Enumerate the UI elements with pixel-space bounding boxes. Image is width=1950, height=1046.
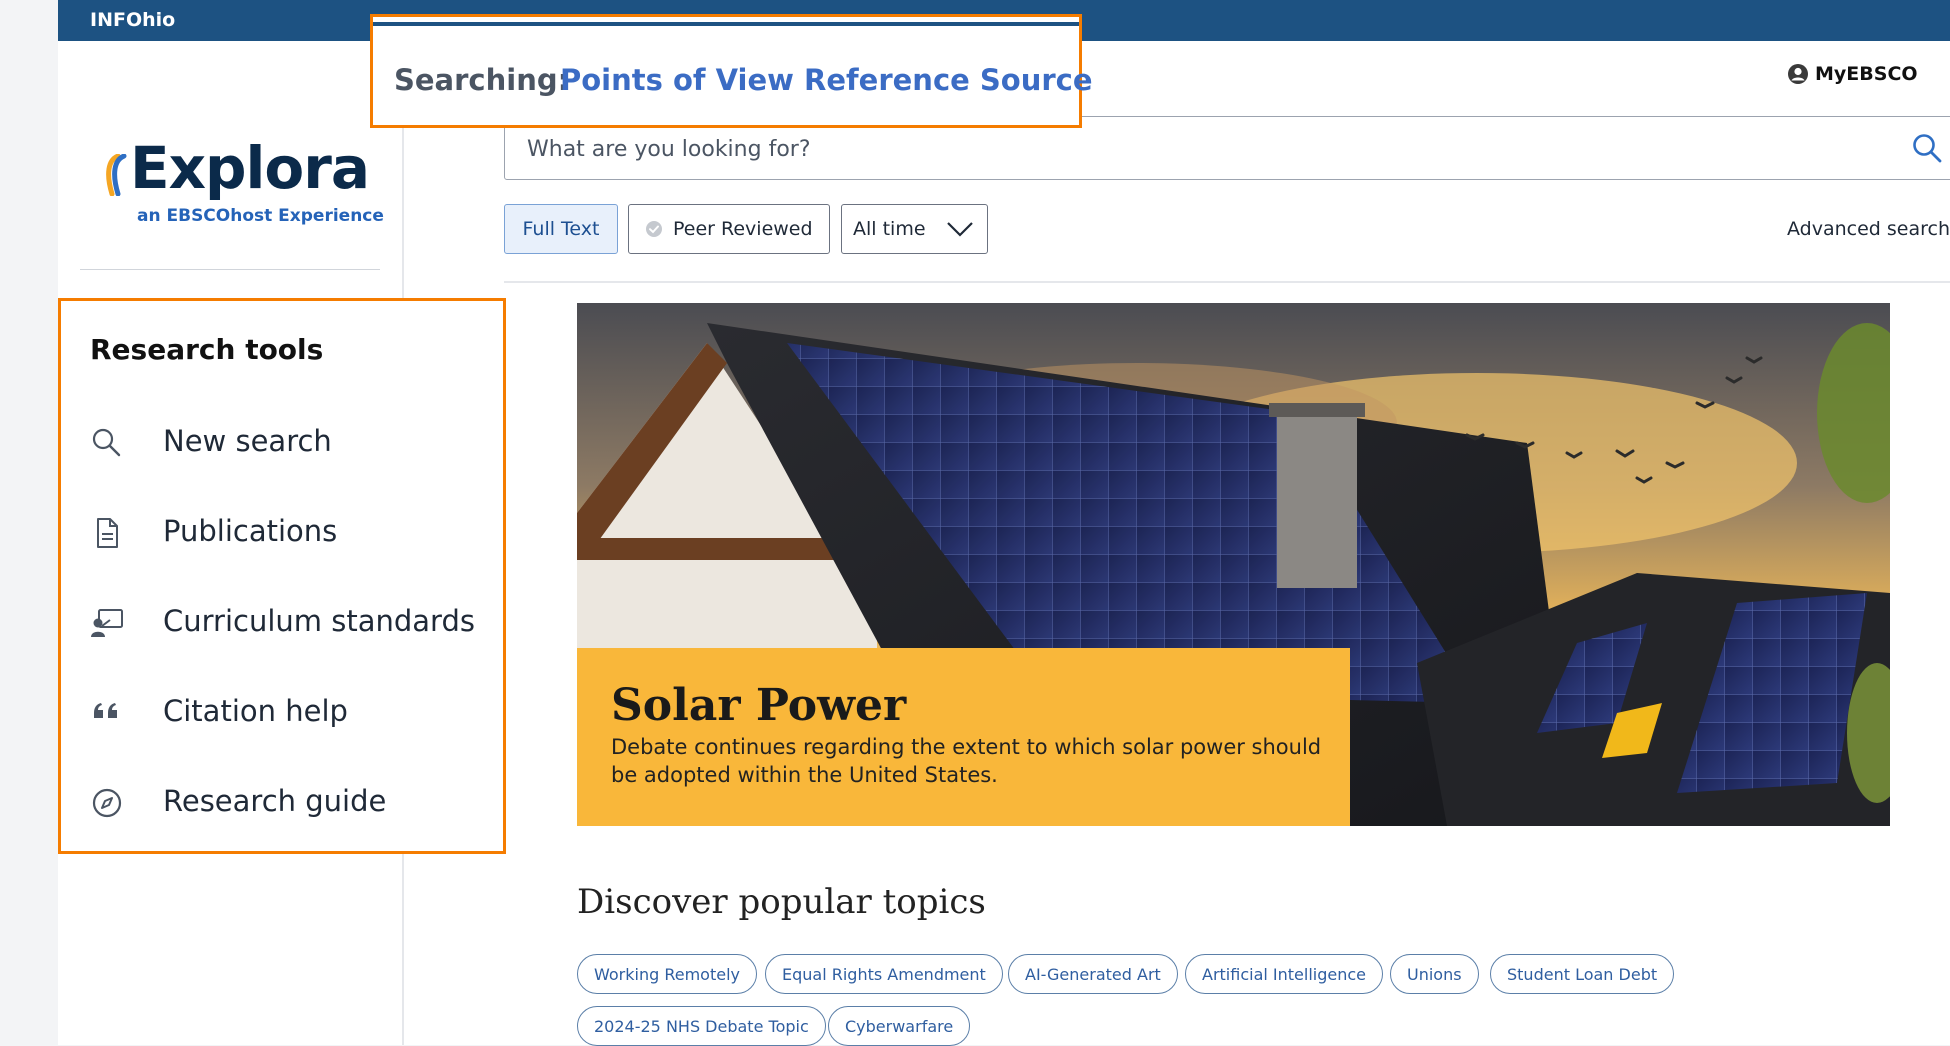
- explora-logo[interactable]: Explora an EBSCOhost Experience: [104, 111, 384, 241]
- topic-chip[interactable]: Artificial Intelligence: [1185, 954, 1383, 994]
- tool-label: Citation help: [163, 694, 348, 728]
- tool-label: New search: [163, 424, 332, 458]
- chevron-down-icon: [946, 222, 973, 237]
- topic-chip[interactable]: Student Loan Debt: [1490, 954, 1675, 994]
- check-badge-icon: [646, 221, 662, 237]
- full-text-label: Full Text: [522, 218, 600, 240]
- teacher-board-icon: [91, 609, 123, 637]
- logo-mark-icon: [106, 154, 127, 196]
- tool-label: Publications: [163, 514, 338, 548]
- logo-wordmark: Explora: [130, 134, 370, 202]
- database-name-link[interactable]: Points of View Reference Source: [560, 63, 1093, 97]
- topbar-brand[interactable]: INFOhio: [90, 9, 175, 31]
- logo-subtitle: an EBSCOhost Experience: [137, 206, 384, 226]
- searching-database-indicator: Searching: Points of View Reference Sour…: [370, 14, 1093, 128]
- date-range-dropdown[interactable]: All time: [841, 204, 988, 254]
- topic-chip[interactable]: AI-Generated Art: [1008, 954, 1178, 994]
- featured-topic-hero[interactable]: Solar Power Debate continues regarding t…: [577, 303, 1890, 826]
- context-top-strip: [373, 22, 1079, 26]
- myebsco-label: MyEBSCO: [1815, 63, 1918, 85]
- sidebar-divider: [80, 269, 380, 270]
- search-icon: [92, 428, 121, 457]
- tool-label: Curriculum standards: [163, 604, 475, 638]
- advanced-search-link[interactable]: Advanced search: [1787, 218, 1950, 240]
- topic-chip[interactable]: Cyberwarfare: [828, 1006, 971, 1046]
- compass-icon: [92, 788, 122, 818]
- research-tools-panel: Research tools New search Publications C…: [58, 298, 506, 854]
- searching-label: Searching:: [394, 63, 570, 97]
- search-icon[interactable]: [1910, 131, 1944, 165]
- full-text-filter-button[interactable]: Full Text: [504, 204, 618, 254]
- topic-chip[interactable]: Working Remotely: [577, 954, 757, 994]
- topic-chip[interactable]: 2024-25 NHS Debate Topic: [577, 1006, 826, 1046]
- filters-divider: [504, 281, 1950, 283]
- tool-curriculum-standards[interactable]: Curriculum standards: [90, 596, 490, 652]
- hero-description: Debate continues regarding the extent to…: [611, 735, 1322, 787]
- tool-new-search[interactable]: New search: [90, 416, 490, 472]
- document-icon: [97, 518, 118, 548]
- peer-reviewed-filter-button[interactable]: Peer Reviewed: [628, 204, 830, 254]
- page: INFOhio Explora an EBSCOhost Experience …: [58, 0, 1950, 1046]
- tool-citation-help[interactable]: Citation help: [90, 686, 490, 742]
- quote-icon: [94, 703, 117, 718]
- tool-label: Research guide: [163, 784, 387, 818]
- user-circle-icon: [1788, 64, 1808, 84]
- discover-topics-heading: Discover popular topics: [577, 882, 986, 922]
- peer-reviewed-label: Peer Reviewed: [673, 218, 813, 240]
- research-tools-title: Research tools: [90, 333, 324, 366]
- hero-title[interactable]: Solar Power: [611, 680, 906, 731]
- tool-research-guide[interactable]: Research guide: [90, 776, 490, 832]
- date-range-label: All time: [853, 218, 926, 240]
- tool-publications[interactable]: Publications: [90, 506, 490, 562]
- myebsco-account-button[interactable]: MyEBSCO: [1787, 63, 1918, 85]
- topic-chip[interactable]: Unions: [1390, 954, 1479, 994]
- topic-chip[interactable]: Equal Rights Amendment: [765, 954, 1003, 994]
- hero-caption-card: Solar Power Debate continues regarding t…: [577, 648, 1350, 826]
